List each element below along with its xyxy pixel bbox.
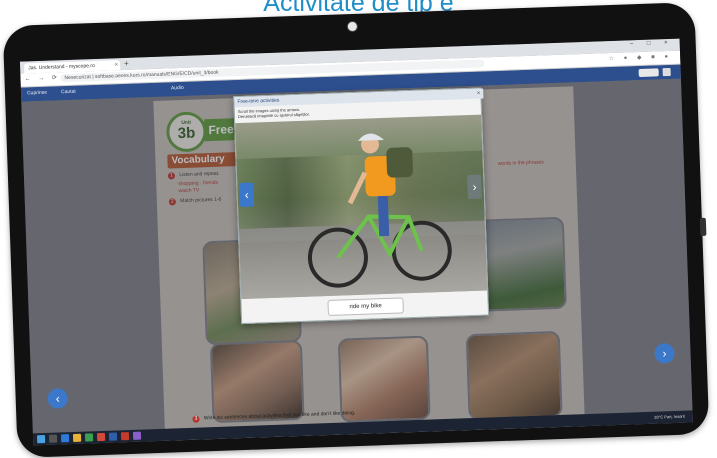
- folder-icon[interactable]: [72, 433, 82, 442]
- system-tray[interactable]: 28°C Parț. însorit: [654, 414, 685, 420]
- tablet-screen: Jas. Understand - myscope.ro × + – □ × ←…: [19, 38, 693, 446]
- activity-modal: Free-time activities × Scroll the images…: [233, 87, 490, 325]
- tablet-frame: Jas. Understand - myscope.ro × + – □ × ←…: [2, 2, 710, 458]
- modal-instructions: Scroll the images using the arrows. Deru…: [237, 107, 310, 120]
- toolbar-button[interactable]: [638, 68, 659, 78]
- camera-icon: [346, 20, 359, 33]
- new-tab-icon[interactable]: +: [124, 59, 129, 68]
- powerpoint-icon[interactable]: [120, 432, 130, 441]
- close-icon[interactable]: ×: [114, 60, 118, 70]
- toolbar-audio[interactable]: Audio: [171, 85, 184, 91]
- search-icon[interactable]: [48, 434, 58, 443]
- menu-icon[interactable]: [662, 67, 671, 77]
- browser-nav-icons[interactable]: ← → ⟳: [24, 74, 60, 82]
- chrome-icon[interactable]: [96, 432, 106, 442]
- window-controls[interactable]: – □ ×: [630, 40, 674, 48]
- word-icon[interactable]: [108, 432, 118, 441]
- toolbar-contents[interactable]: Cuprinse: [27, 90, 47, 97]
- task-number: 3: [192, 415, 200, 423]
- close-icon[interactable]: ×: [477, 89, 481, 99]
- app-icon[interactable]: [132, 431, 142, 440]
- start-icon[interactable]: [36, 434, 46, 444]
- slide-caption[interactable]: ride my bike: [327, 297, 404, 317]
- slide-next-button[interactable]: ›: [467, 174, 482, 200]
- slide-image: ‹ ›: [235, 114, 488, 300]
- app-icon[interactable]: [84, 433, 94, 442]
- toolbar-search[interactable]: Cautat: [61, 89, 76, 96]
- extension-icons[interactable]: ☆ ● ◆ ■ ●: [609, 53, 673, 62]
- cyclist-illustration: [307, 133, 452, 288]
- instruction-ro: Derulează imaginile cu ajutorul săgețilo…: [237, 111, 310, 120]
- browser-tab-title: Jas. Understand - myscope.ro: [28, 63, 95, 72]
- tablet-side-button: [699, 217, 707, 236]
- slide-prev-button[interactable]: ‹: [239, 182, 255, 208]
- modal-title-text: Free-time activities: [237, 97, 280, 106]
- edge-icon[interactable]: [60, 434, 70, 443]
